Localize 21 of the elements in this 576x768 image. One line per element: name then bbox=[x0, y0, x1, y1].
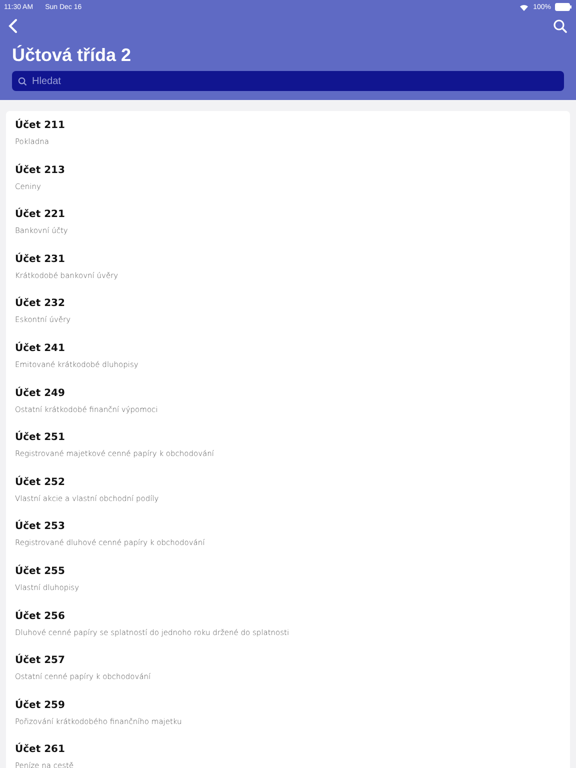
search-field[interactable]: Hledat bbox=[12, 71, 564, 91]
account-title[interactable]: Účet 221 bbox=[15, 208, 561, 222]
account-title[interactable]: Účet 253 bbox=[15, 520, 561, 534]
account-title[interactable]: Účet 241 bbox=[15, 342, 561, 356]
account-title[interactable]: Účet 257 bbox=[15, 654, 561, 668]
account-title[interactable]: Účet 252 bbox=[15, 476, 561, 490]
account-title[interactable]: Účet 251 bbox=[15, 431, 561, 446]
account-title[interactable]: Účet 261 bbox=[15, 743, 561, 758]
page-title: Účtová třída 2 bbox=[12, 44, 132, 67]
search-icon[interactable] bbox=[553, 19, 567, 33]
account-title[interactable]: Účet 232 bbox=[15, 297, 561, 312]
account-title[interactable]: Účet 213 bbox=[15, 164, 561, 178]
account-title[interactable]: Účet 256 bbox=[15, 610, 561, 624]
account-title[interactable]: Účet 211 bbox=[15, 119, 561, 133]
account-title[interactable]: Účet 255 bbox=[15, 564, 561, 579]
account-title[interactable]: Účet 231 bbox=[15, 252, 561, 267]
account-title[interactable]: Účet 249 bbox=[15, 386, 561, 401]
wifi-icon bbox=[519, 3, 530, 11]
account-title[interactable]: Účet 259 bbox=[15, 698, 561, 713]
back-icon[interactable] bbox=[8, 18, 18, 34]
battery-icon bbox=[555, 3, 572, 11]
